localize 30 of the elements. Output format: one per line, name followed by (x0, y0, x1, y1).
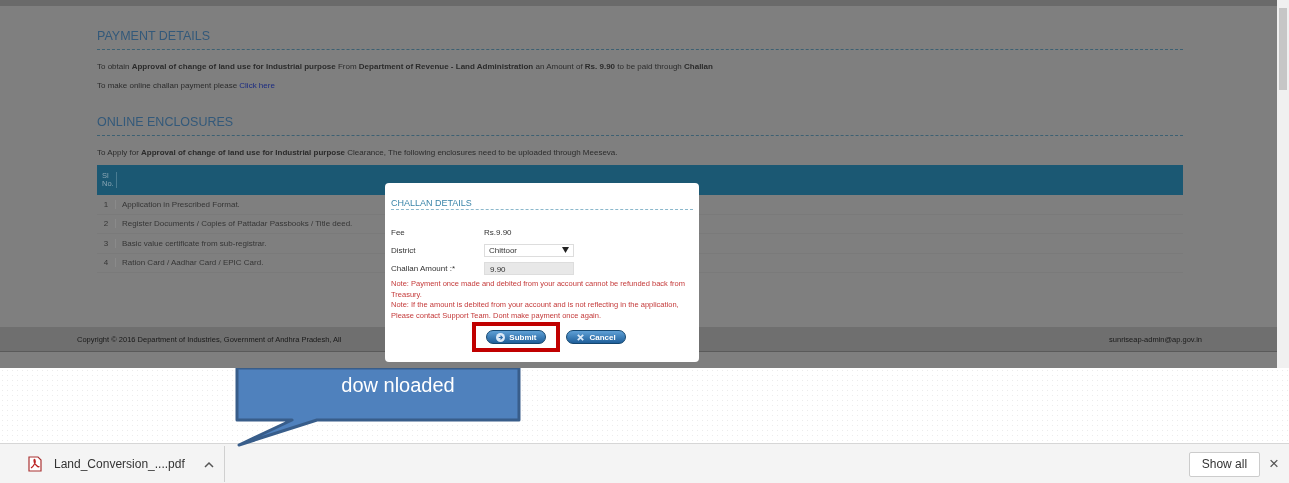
pdf-file-icon (27, 456, 43, 472)
arrow-icon (496, 332, 506, 342)
table-cell-text: 3 (102, 238, 110, 248)
field-label: Fee (391, 227, 406, 237)
payment-link-text: To make online challan payment please Click here (97, 81, 276, 90)
show-all-button[interactable]: Show all (1188, 451, 1261, 477)
dialog-title: CHALLAN DETAILS (391, 198, 693, 210)
scrollbar[interactable] (1277, 0, 1289, 368)
file-name[interactable]: Land_Conversion_....pdf (54, 457, 185, 471)
enclosures-intro: To Apply for Approval of change of land use for Industrial purpose Clearance, The following enclosures need to be uploaded through Meeseva. (97, 148, 619, 157)
chevron-up-icon[interactable] (203, 460, 214, 468)
fee-value: Rs.9.90 (484, 227, 512, 237)
cancel-button[interactable]: Cancel (566, 330, 626, 344)
table-cell: Ration Card / Aadhar Card / EPIC Card. (115, 258, 264, 268)
section-heading: ONLINE ENCLOSURES (97, 115, 235, 129)
payment-text: To obtain Approval of change of land use for Industrial purpose From Department of Revenue - Land Administration an Amount of Rs. 9.90 to be paid through Challan (97, 62, 714, 71)
submit-button[interactable]: Submit (486, 330, 547, 344)
dropdown-caret-icon (562, 247, 569, 253)
section-heading: PAYMENT DETAILS (97, 29, 211, 43)
table-cell-text: 2 (102, 219, 110, 229)
field-label: District (391, 245, 417, 255)
district-select[interactable]: Chittoor (484, 243, 574, 257)
table-cell: Register Documents / Copies of Pattadar Passbooks / Title deed. (115, 219, 353, 229)
table-cell: Basic value certificate from sub-registrar. (115, 238, 267, 248)
close-icon (576, 332, 586, 342)
scrollbar-thumb[interactable] (1279, 8, 1287, 90)
table-cell-text: 4 (102, 258, 110, 268)
field-label: Challan Amount :* (391, 263, 457, 273)
callout-text: dow nloaded (341, 374, 455, 396)
close-button[interactable]: × (1260, 454, 1289, 474)
